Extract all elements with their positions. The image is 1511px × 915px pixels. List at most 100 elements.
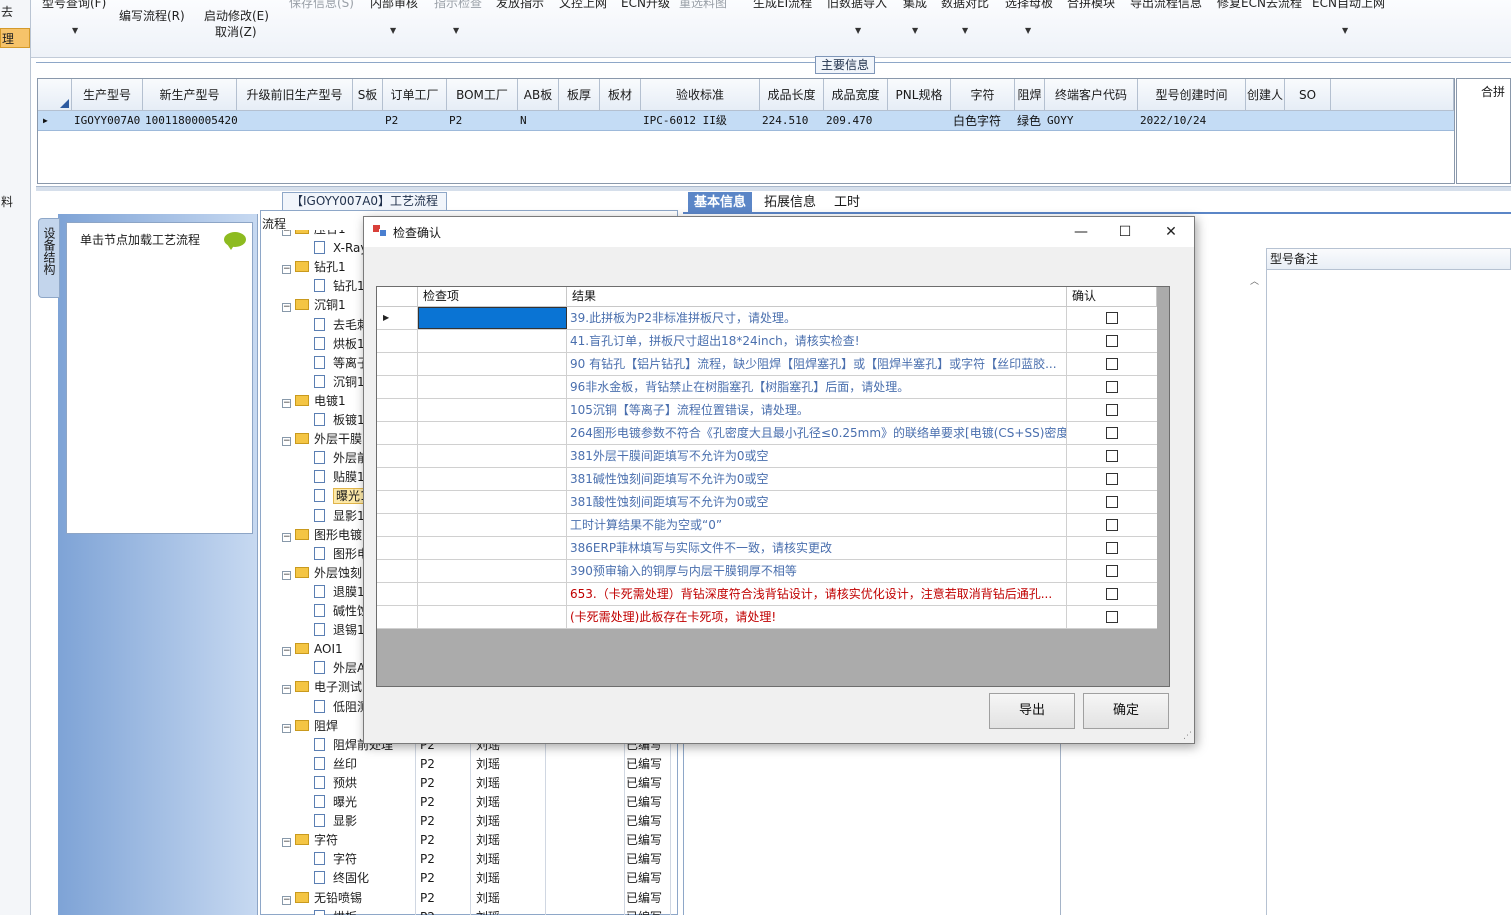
resize-grip-icon[interactable]: ⋰ xyxy=(1183,731,1192,741)
collapse-icon[interactable]: − xyxy=(282,230,291,236)
tree-group-node[interactable]: − 外层蚀刻 xyxy=(282,564,362,583)
col-header[interactable]: 阻焊 xyxy=(1015,79,1045,111)
table-cell[interactable] xyxy=(559,111,600,131)
check-item-cell[interactable] xyxy=(418,330,567,352)
tree-leaf-node[interactable]: 显影1 xyxy=(314,507,365,526)
toolbar-button[interactable]: 内部审核 xyxy=(370,0,418,11)
close-icon[interactable]: ✕ xyxy=(1156,221,1186,243)
check-result-cell[interactable]: 381酸性蚀刻间距填写不允许为0或空 xyxy=(567,491,1067,513)
confirm-cell[interactable] xyxy=(1067,445,1157,467)
confirm-checkbox[interactable] xyxy=(1106,542,1118,554)
table-cell[interactable]: 224.510 xyxy=(760,111,824,131)
check-row[interactable]: 390预审输入的铜厚与内层干膜铜厚不相等 xyxy=(377,560,1157,583)
col-header[interactable]: 升级前旧生产型号 xyxy=(237,79,353,111)
dropdown-arrow-icon[interactable]: ▼ xyxy=(1342,26,1348,35)
dropdown-arrow-icon[interactable]: ▼ xyxy=(962,26,968,35)
tree-group-node[interactable]: − 电镀1 xyxy=(282,392,346,411)
export-button[interactable]: 导出 xyxy=(989,693,1075,729)
tree-leaf-node[interactable]: 贴膜1 xyxy=(314,468,365,487)
tree-leaf-node[interactable]: 预烘 xyxy=(314,774,357,793)
col-header[interactable]: PNL规格 xyxy=(888,79,951,111)
maximize-icon[interactable]: ☐ xyxy=(1110,221,1140,243)
check-item-cell[interactable] xyxy=(418,376,567,398)
col-header[interactable]: 终端客户代码 xyxy=(1045,79,1138,111)
tree-leaf-node[interactable]: 等离子 xyxy=(314,354,369,373)
table-cell[interactable]: 2022/10/24 xyxy=(1138,111,1246,131)
check-item-cell[interactable] xyxy=(418,399,567,421)
dropdown-arrow-icon[interactable]: ▼ xyxy=(453,26,459,35)
col-header[interactable]: 型号创建时间 xyxy=(1138,79,1246,111)
check-item-cell[interactable] xyxy=(418,491,567,513)
confirm-checkbox[interactable] xyxy=(1106,427,1118,439)
dropdown-arrow-icon[interactable]: ▼ xyxy=(390,26,396,35)
tree-group-node[interactable]: − 电子测试 xyxy=(282,678,362,697)
table-cell[interactable]: GOYY xyxy=(1045,111,1138,131)
toolbar-button[interactable]: 集成 xyxy=(903,0,927,11)
toolbar-button[interactable]: 保存信息(S) xyxy=(289,0,354,11)
toolbar-button[interactable]: 导出流程信息 xyxy=(1130,0,1202,11)
ok-button[interactable]: 确定 xyxy=(1083,693,1169,729)
check-item-cell[interactable] xyxy=(418,422,567,444)
toolbar-button[interactable]: ECN升级 xyxy=(621,0,670,11)
confirm-cell[interactable] xyxy=(1067,399,1157,421)
check-row[interactable]: 386ERP菲林填写与实际文件不一致，请核实更改 xyxy=(377,537,1157,560)
check-row[interactable]: 96非水金板，背钻禁止在树脂塞孔【树脂塞孔】后面，请处理。 xyxy=(377,376,1157,399)
tree-leaf-node[interactable]: 显影 xyxy=(314,812,357,831)
check-result-cell[interactable]: 381碱性蚀刻间距填写不允许为0或空 xyxy=(567,468,1067,490)
collapse-icon[interactable]: − xyxy=(282,303,291,313)
tree-group-node[interactable]: − 外层干膜 xyxy=(282,430,362,449)
tree-group-node[interactable]: − 字符 xyxy=(282,831,338,850)
check-result-cell[interactable]: 264图形电镀参数不符合《孔密度大且最小孔径≤0.25mm》的联络单要求[电镀(… xyxy=(567,422,1067,444)
confirm-cell[interactable] xyxy=(1067,330,1157,352)
toolbar-button[interactable]: 重选料图 xyxy=(679,0,727,11)
table-cell[interactable] xyxy=(888,111,951,131)
table-cell[interactable]: 10011800005420 xyxy=(143,111,237,131)
col-header[interactable]: SO xyxy=(1285,79,1331,111)
check-item-cell[interactable] xyxy=(418,445,567,467)
table-cell[interactable]: 209.470 xyxy=(824,111,888,131)
confirm-cell[interactable] xyxy=(1067,560,1157,582)
col-header[interactable]: 成品宽度 xyxy=(824,79,888,111)
table-cell[interactable] xyxy=(1285,111,1331,131)
confirm-checkbox[interactable] xyxy=(1106,611,1118,623)
tree-leaf-node[interactable]: 曝光 xyxy=(314,793,357,812)
tree-leaf-node[interactable]: 退膜1 xyxy=(314,583,365,602)
toolbar-button[interactable]: 发放指示 xyxy=(496,0,544,11)
confirm-checkbox[interactable] xyxy=(1106,588,1118,600)
col-header[interactable]: 生产型号 xyxy=(72,79,143,111)
collapse-icon[interactable]: − xyxy=(282,895,291,905)
check-result-cell[interactable]: 390预审输入的铜厚与内层干膜铜厚不相等 xyxy=(567,560,1067,582)
toolbar-button[interactable]: 选择母板 xyxy=(1005,0,1053,11)
dropdown-arrow-icon[interactable]: ▼ xyxy=(855,26,861,35)
check-item-cell[interactable] xyxy=(418,606,567,628)
confirm-cell[interactable] xyxy=(1067,583,1157,605)
tree-leaf-node[interactable]: 终固化 xyxy=(314,869,369,888)
col-header[interactable]: 新生产型号 xyxy=(143,79,237,111)
toolbar-button[interactable]: 数据对比 xyxy=(941,0,989,11)
check-row[interactable]: 41.盲孔订单，拼板尺寸超出18*24inch，请核实检查! xyxy=(377,330,1157,353)
tree-leaf-node[interactable]: 沉铜1 xyxy=(314,373,365,392)
left-nav-item-2[interactable]: 理 xyxy=(0,28,30,48)
check-result-cell[interactable]: 653.（卡死需处理）背钻深度符合浅背钻设计，请核实优化设计，注意若取消背钻后通… xyxy=(567,583,1067,605)
confirm-cell[interactable] xyxy=(1067,422,1157,444)
minimize-icon[interactable]: — xyxy=(1066,221,1096,243)
col-header[interactable]: 板厚 xyxy=(559,79,600,111)
col-header[interactable]: 板材 xyxy=(600,79,641,111)
toolbar-button[interactable]: 修复ECN去流程 xyxy=(1217,0,1302,11)
check-item-cell[interactable] xyxy=(418,514,567,536)
tree-group-node[interactable]: − AOI1 xyxy=(282,640,343,659)
collapse-icon[interactable]: − xyxy=(282,647,291,657)
remark-area[interactable] xyxy=(1266,270,1511,915)
table-cell[interactable]: 绿色 xyxy=(1015,111,1045,131)
tree-leaf-node[interactable]: 丝印 xyxy=(314,755,357,774)
toolbar-button[interactable]: 旧数据导入 xyxy=(827,0,887,11)
left-nav-item-1[interactable]: 去 xyxy=(0,2,30,22)
confirm-cell[interactable] xyxy=(1067,307,1157,329)
collapse-icon[interactable]: − xyxy=(282,838,291,848)
col-header[interactable]: 验收标准 xyxy=(641,79,760,111)
table-cell[interactable]: IPC-6012 II级 xyxy=(641,111,760,131)
toolbar-button[interactable]: 取消(Z) xyxy=(215,23,257,40)
check-item-cell[interactable] xyxy=(418,353,567,375)
toolbar-button[interactable]: 生成EI流程 xyxy=(753,0,812,11)
tab-detail[interactable]: 工时 xyxy=(828,192,866,214)
